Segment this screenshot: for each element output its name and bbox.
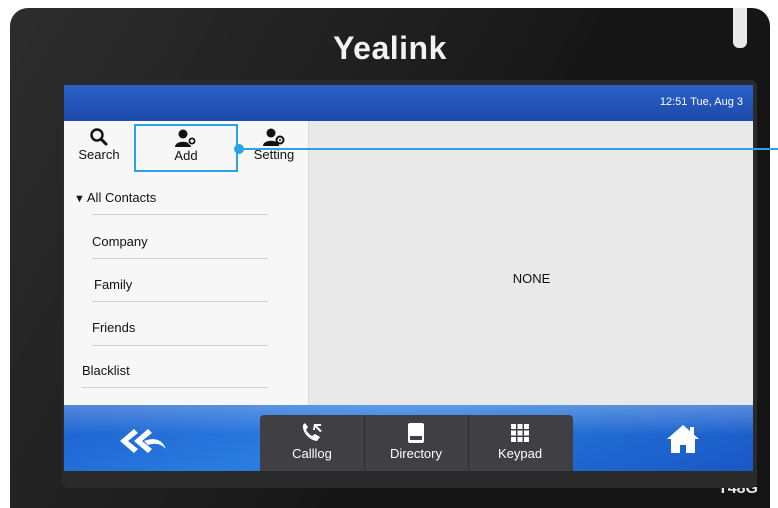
search-button[interactable]: Search [72,127,126,169]
tab-directory[interactable]: Directory [364,415,469,471]
add-label: Add [174,148,198,163]
all-contacts-item[interactable]: ▼ All Contacts [74,190,156,205]
divider [92,301,268,302]
contact-settings-icon [263,128,285,146]
expand-triangle-icon: ▼ [74,193,85,205]
divider [82,387,268,388]
callout-line [238,148,778,150]
divider [92,258,268,259]
bottom-nav: Calllog Directory Keypad [64,405,753,471]
contact-list-panel: NONE [308,121,753,405]
tab-bar: Calllog Directory Keypad [260,415,573,471]
calllog-icon [302,423,322,441]
back-button[interactable] [114,423,174,459]
tab-keypad[interactable]: Keypad [468,415,572,471]
calllog-label: Calllog [292,446,332,461]
add-contact-button[interactable]: Add [134,124,238,172]
all-contacts-label: All Contacts [86,190,157,205]
divider [92,345,268,346]
group-family[interactable]: Family [94,277,132,292]
empty-state-text: NONE [512,271,551,286]
keypad-label: Keypad [497,446,543,461]
brand-logo: Yealink [333,30,447,66]
directory-icon [408,423,424,443]
search-label: Search [78,147,120,162]
home-icon [667,425,699,453]
home-button[interactable] [663,421,703,457]
status-bar: 12:51 Tue, Aug 3 [64,85,753,121]
search-icon [90,128,108,146]
back-icon [120,429,166,453]
tab-calllog[interactable]: Calllog [260,415,365,471]
keypad-icon [511,424,529,442]
contacts-sidebar: Search Add Setting ▼ All Contacts Compan… [64,121,308,405]
status-clock: 12:51 Tue, Aug 3 [659,96,743,108]
directory-label: Directory [389,446,442,461]
group-company[interactable]: Company [92,234,148,249]
blacklist-item[interactable]: Blacklist [82,363,130,378]
callout-dot [234,144,244,154]
divider [92,214,268,215]
add-contact-icon [175,129,197,147]
group-friends[interactable]: Friends [92,320,135,335]
phone-screen: 12:51 Tue, Aug 3 Search Add Setting ▼ Al… [64,85,753,471]
